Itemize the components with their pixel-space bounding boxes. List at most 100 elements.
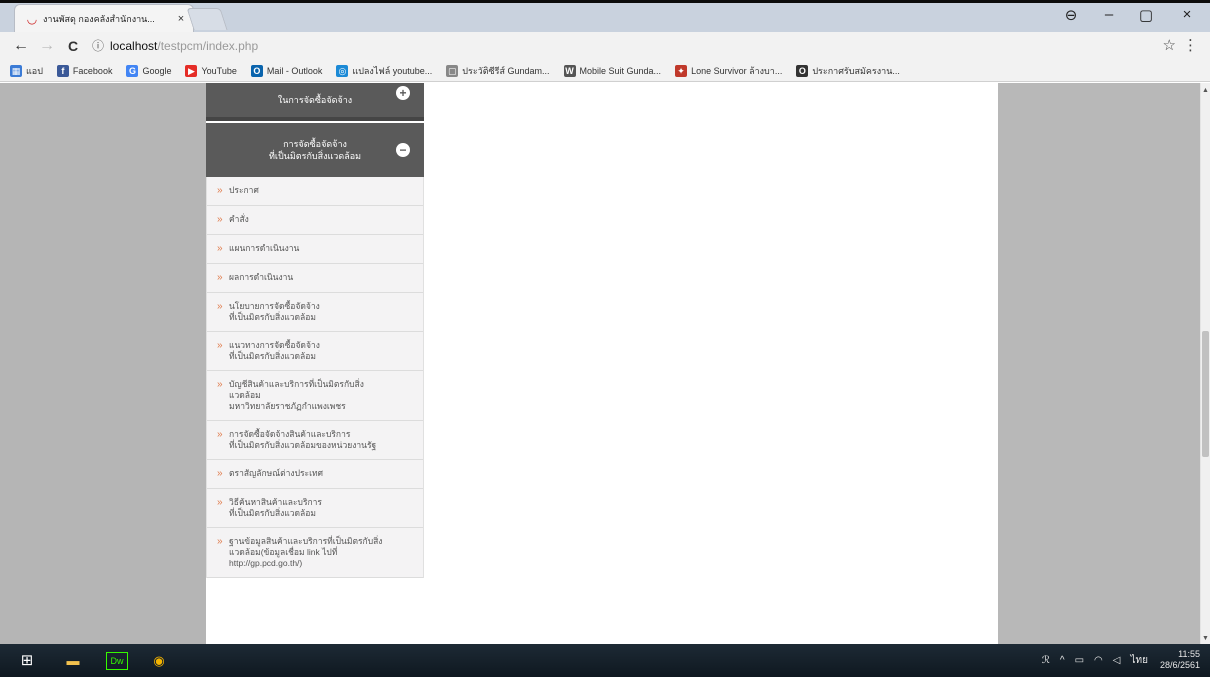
bullet-icon: » [217, 272, 223, 283]
clock-date: 28/6/2561 [1159, 660, 1200, 670]
bookmark-item[interactable]: ▢ ประวัติซีรีส์ Gundam... [446, 64, 550, 78]
bookmarks-bar: ▦ แอป f Facebook G Google ▶ YouTube O Mail - Outl… [0, 60, 1210, 82]
bookmark-item[interactable]: ✦ Lone Survivor ล้างบา... [675, 64, 782, 78]
bookmark-label: Mail - Outlook [266, 65, 323, 76]
network-icon[interactable]: ▭ [1075, 655, 1084, 666]
dreamweaver-icon[interactable]: Dw [106, 652, 128, 670]
sidebar-menu-item[interactable]: » แนวทางการจัดซื้อจัดจ้าง ที่เป็นมิตรกับส… [207, 332, 423, 371]
accordion-header-label: การจัดซื้อจัดจ้าง ที่เป็นมิตรกับสิ่งแวดล… [268, 139, 362, 161]
accordion-header-green-procurement[interactable]: การจัดซื้อจัดจ้าง ที่เป็นมิตรกับสิ่งแวดล… [206, 123, 424, 177]
sidebar-menu-item[interactable]: » ผลการดำเนินงาน [207, 264, 423, 293]
account-icon[interactable]: ⊖ [1060, 6, 1082, 24]
bookmark-label: YouTube [201, 65, 237, 76]
url-field[interactable]: ⓘ localhost /testpcm/index.php [92, 36, 258, 56]
chrome-icon[interactable]: ◉ [148, 650, 170, 672]
outlook-icon: O [250, 64, 263, 77]
bookmark-label: แอป [26, 65, 43, 76]
scroll-down-icon[interactable]: ▼ [1202, 635, 1209, 642]
sidebar-menu-item[interactable]: » การจัดซื้อจัดจ้างสินค้าและบริการ ที่เป็… [207, 421, 423, 460]
sidebar-menu-item-label: คำสั่ง [229, 214, 249, 224]
pdf-logo-icon: ◡ [26, 11, 38, 26]
bookmark-item[interactable]: ◎ แปลงไฟล์ youtube... [336, 64, 432, 78]
tray-chevron-icon[interactable]: ^ [1060, 655, 1065, 666]
screen: { "browser": { "tab": { "title": "งานพัส… [0, 0, 1210, 677]
windows-taskbar: ⊞ ▬ Dw ◉ ℛ ^ ▭ ◠ ◁ ไทย 11:55 28/6/2561 [0, 644, 1210, 677]
scroll-up-icon[interactable]: ▲ [1202, 87, 1209, 94]
people-icon[interactable]: ℛ [1042, 655, 1050, 666]
tab-title: งานพัสดุ กองคลังสำนักงาน... [43, 13, 155, 24]
accordion-header-procurement[interactable]: ในการจัดซื้อจัดจ้าง + [206, 83, 424, 121]
bullet-icon: » [217, 379, 223, 390]
bookmark-item[interactable]: ▶ YouTube [185, 64, 237, 77]
windows-start-icon[interactable]: ⊞ [16, 650, 38, 672]
sidebar-menu-item[interactable]: » ตราสัญลักษณ์ต่างประเทศ [207, 460, 423, 489]
bookmark-label: ประวัติซีรีส์ Gundam... [462, 65, 550, 76]
maximize-button[interactable]: ▢ [1135, 6, 1157, 24]
google-icon: G [126, 64, 139, 77]
address-bar: ← → C ⓘ localhost /testpcm/index.php ☆ ⋮ [0, 32, 1210, 60]
sidebar-menu-item-label: ผลการดำเนินงาน [229, 272, 294, 282]
bookmark-label: Google [142, 65, 172, 76]
page-gutter-right [998, 83, 1200, 644]
apps-grid-icon: ▦ [10, 64, 22, 77]
bookmark-label: Mobile Suit Gunda... [579, 65, 662, 76]
bookmark-label: Lone Survivor ล้างบา... [691, 65, 783, 76]
forward-button[interactable]: → [38, 36, 56, 56]
sidebar-menu-item[interactable]: » คำสั่ง [207, 206, 423, 235]
bullet-icon: » [217, 243, 223, 254]
sidebar-menu-item-label: ฐานข้อมูลสินค้าและบริการที่เป็นมิตรกับสิ… [229, 536, 383, 568]
bullet-icon: » [217, 340, 223, 351]
sidebar-menu-item[interactable]: » บัญชีสินค้าและบริการที่เป็นมิตรกับสิ่ง … [207, 371, 423, 421]
language-indicator[interactable]: ไทย [1130, 653, 1147, 668]
new-tab-button[interactable] [186, 8, 228, 30]
sidebar-menu-item-label: นโยบายการจัดซื้อจัดจ้าง ที่เป็นมิตรกับสิ… [229, 301, 320, 322]
file-explorer-icon[interactable]: ▬ [62, 650, 84, 672]
bookmark-item[interactable]: O Mail - Outlook [250, 64, 323, 77]
sidebar-menu-item-label: การจัดซื้อจัดจ้างสินค้าและบริการ ที่เป็น… [229, 429, 377, 450]
bookmark-item[interactable]: G Google [126, 64, 172, 77]
sidebar-menu-item[interactable]: » ประกาศ [207, 177, 423, 206]
bookmark-item[interactable]: O ประกาศรับสมัครงาน... [796, 64, 900, 78]
sidebar-menu-item[interactable]: » นโยบายการจัดซื้อจัดจ้าง ที่เป็นมิตรกับส… [207, 293, 423, 332]
sidebar-menu-item-label: ประกาศ [229, 185, 259, 195]
bullet-icon: » [217, 185, 223, 196]
volume-icon[interactable]: ◁ [1113, 655, 1121, 666]
back-button[interactable]: ← [12, 36, 30, 56]
scrollbar-thumb[interactable] [1202, 331, 1209, 457]
sidebar-menu-item[interactable]: » ฐานข้อมูลสินค้าและบริการที่เป็นมิตรกับส… [207, 528, 423, 578]
facebook-icon: f [56, 64, 69, 77]
page-scrollbar[interactable]: ▲ ▼ [1200, 83, 1210, 644]
bullet-icon: » [217, 301, 223, 312]
bookmark-item[interactable]: ▦ แอป [10, 64, 43, 78]
bullet-icon: » [217, 536, 223, 547]
reload-button[interactable]: C [64, 36, 82, 56]
bookmark-label: Facebook [72, 65, 113, 76]
clock[interactable]: 11:55 28/6/2561 [1160, 649, 1200, 671]
system-tray: ℛ ^ ▭ ◠ ◁ ไทย 11:55 28/6/2561 [1032, 649, 1200, 671]
browser-titlebar: ◡ งานพัสดุ กองคลังสำนักงาน... × ⊖ – ▢ × [0, 0, 1210, 32]
browser-tab[interactable]: ◡ งานพัสดุ กองคลังสำนักงาน... × [14, 4, 194, 32]
bullet-icon: » [217, 214, 223, 225]
expand-icon[interactable]: + [396, 86, 410, 100]
info-icon[interactable]: ⓘ [92, 36, 104, 56]
sidebar-menu-item-label: แผนการดำเนินงาน [229, 243, 300, 253]
opera-icon: O [796, 64, 809, 77]
sidebar-menu-item-label: ตราสัญลักษณ์ต่างประเทศ [229, 468, 324, 478]
sidebar-menu-item[interactable]: » แผนการดำเนินงาน [207, 235, 423, 264]
url-host: localhost [110, 39, 158, 53]
minimize-button[interactable]: – [1098, 6, 1120, 23]
clock-time: 11:55 [1178, 649, 1200, 659]
page-icon: ▢ [446, 64, 459, 77]
youtube-icon: ▶ [185, 64, 198, 77]
tab-close-icon[interactable]: × [175, 13, 187, 25]
sidebar-menu-item[interactable]: » วิธีค้นหาสินค้าและบริการ ที่เป็นมิตรกับ… [207, 489, 423, 528]
close-window-button[interactable]: × [1176, 6, 1198, 23]
wifi-icon[interactable]: ◠ [1094, 655, 1103, 666]
url-path: /testpcm/index.php [157, 39, 259, 53]
bookmark-item[interactable]: f Facebook [56, 64, 113, 77]
bookmark-item[interactable]: W Mobile Suit Gunda... [563, 64, 662, 77]
top-edge [0, 0, 1210, 3]
collapse-icon[interactable]: − [396, 143, 410, 157]
browser-menu-icon[interactable]: ⋮ [1183, 36, 1198, 56]
bookmark-star-icon[interactable]: ☆ [1163, 36, 1176, 56]
